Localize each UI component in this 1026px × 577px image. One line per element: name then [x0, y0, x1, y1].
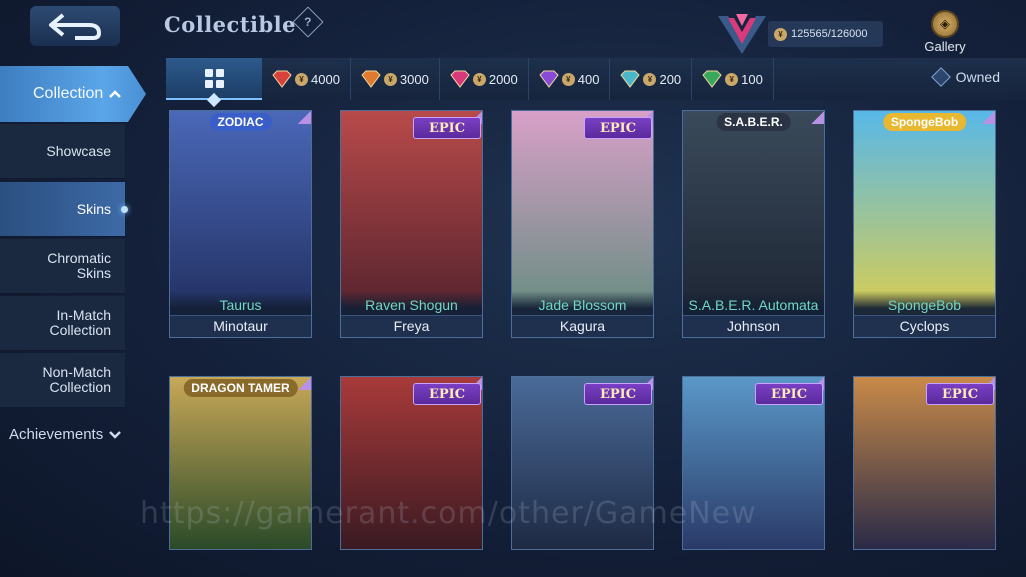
tier-price: 2000	[488, 71, 518, 87]
sidebar-item-label: In-Match Collection	[49, 307, 111, 338]
tier-gem-icon	[272, 70, 292, 88]
rank-emblem-icon	[718, 14, 766, 54]
tier-price: 200	[659, 71, 682, 87]
gallery-button[interactable]: ◈ Gallery	[917, 10, 973, 60]
hero-name: Freya	[341, 315, 482, 337]
tab-tier-400[interactable]: ¥400	[529, 58, 611, 100]
epic-badge: EPIC	[755, 383, 823, 405]
skin-name: Raven Shogun	[365, 297, 458, 313]
epic-badge: EPIC	[926, 383, 994, 405]
sidebar-item-label: Non-Match Collection	[42, 364, 111, 395]
coin-icon: ¥	[472, 72, 486, 86]
tier-gem-icon	[620, 70, 641, 88]
tab-tier-3000[interactable]: ¥3000	[351, 58, 440, 100]
tab-all[interactable]	[166, 58, 262, 108]
coin-icon: ¥	[725, 72, 739, 86]
skin-card[interactable]: S.A.B.E.R. S.A.B.E.R. Automata Johnson	[682, 110, 825, 338]
tier-gem-icon	[702, 70, 722, 88]
tab-tier-4000[interactable]: ¥4000	[262, 58, 351, 100]
epic-badge: EPIC	[584, 383, 652, 405]
coin-icon: ¥	[295, 72, 308, 86]
grid-icon	[204, 68, 224, 88]
skin-card[interactable]: EPIC Raven Shogun Freya	[340, 110, 483, 338]
help-icon[interactable]: ?	[292, 6, 324, 38]
skin-card[interactable]: EPIC	[853, 376, 996, 550]
epic-badge: EPIC	[413, 383, 481, 405]
skin-card[interactable]: DRAGON TAMER	[169, 376, 312, 550]
sidebar-item-showcase[interactable]: Showcase	[0, 124, 125, 179]
card-corner-icon	[298, 111, 311, 124]
tier-gem-icon	[539, 70, 559, 88]
gallery-icon: ◈	[931, 10, 959, 38]
sidebar-item-in-match-collection[interactable]: In-Match Collection	[0, 296, 125, 351]
sidebar-item-skins[interactable]: Skins	[0, 182, 128, 237]
coin-icon: ¥	[383, 72, 397, 86]
sidebar-item-label: Skins	[76, 200, 111, 217]
achievements-label: Achievements	[9, 426, 104, 443]
card-corner-icon	[982, 111, 995, 124]
tab-tier-200[interactable]: ¥200	[610, 58, 693, 100]
back-arrow-icon	[49, 13, 102, 40]
chevron-down-icon	[109, 430, 122, 439]
selected-caret-icon	[206, 92, 222, 108]
tier-price: 100	[741, 71, 763, 87]
coin-icon: ¥	[561, 72, 575, 86]
tier-gem-icon	[361, 70, 381, 88]
tier-price: 3000	[399, 71, 429, 87]
sidebar-collection[interactable]: Collection	[0, 66, 146, 122]
tab-tier-2000[interactable]: ¥2000	[440, 58, 529, 100]
coin-icon: ¥	[643, 72, 657, 86]
skin-name: SpongeBob	[887, 297, 962, 313]
tier-gem-icon	[450, 70, 470, 88]
skin-card[interactable]: EPIC	[511, 376, 654, 550]
tier-tabs: ¥4000 ¥3000 ¥2000 ¥400 ¥200 ¥100 Owned	[166, 58, 1026, 108]
owned-filter-toggle[interactable]: Owned	[930, 67, 1000, 87]
tier-price: 400	[577, 71, 600, 87]
sidebar-item-label: Chromatic Skins	[47, 250, 111, 281]
owned-checkbox-icon	[930, 67, 951, 87]
skin-artwork	[170, 377, 311, 549]
series-logo: S.A.B.E.R.	[716, 113, 791, 131]
hero-name: Kagura	[512, 315, 653, 337]
sidebar-item-chromatic-skins[interactable]: Chromatic Skins	[0, 239, 125, 294]
tab-tier-100[interactable]: ¥100	[692, 58, 774, 100]
skin-card[interactable]: EPIC	[340, 376, 483, 550]
card-corner-icon	[811, 111, 824, 124]
page-title: Collectible	[164, 12, 297, 37]
tier-price: 4000	[311, 71, 340, 87]
points-display: ¥ 125565/126000	[768, 21, 883, 47]
coin-icon: ¥	[774, 27, 787, 41]
owned-label: Owned	[955, 69, 1000, 85]
series-logo: DRAGON TAMER	[183, 379, 298, 397]
series-logo: SpongeBob	[882, 113, 967, 131]
sidebar-achievements[interactable]: Achievements	[9, 426, 122, 443]
hero-name: Cyclops	[854, 315, 995, 337]
skin-name: S.A.B.E.R. Automata	[688, 297, 819, 313]
sidebar-item-non-match-collection[interactable]: Non-Match Collection	[0, 353, 125, 408]
skin-name: Jade Blossom	[538, 297, 627, 313]
hero-name: Minotaur	[170, 315, 311, 337]
gallery-label: Gallery	[924, 39, 966, 54]
points-value: 125565/126000	[791, 28, 868, 40]
skin-card[interactable]: ZODIAC Taurus Minotaur	[169, 110, 312, 338]
sidebar-item-label: Showcase	[46, 142, 111, 159]
active-indicator-icon	[121, 206, 128, 213]
back-button[interactable]	[30, 6, 120, 46]
hero-name: Johnson	[683, 315, 824, 337]
skin-name: Taurus	[219, 297, 262, 313]
epic-badge: EPIC	[584, 117, 652, 139]
sidebar-collection-label: Collection	[33, 85, 104, 102]
chevron-up-icon	[109, 90, 122, 98]
skin-card[interactable]: EPIC Jade Blossom Kagura	[511, 110, 654, 338]
series-logo: ZODIAC	[209, 113, 272, 131]
card-corner-icon	[298, 377, 311, 390]
skin-card[interactable]: SpongeBob SpongeBob Cyclops	[853, 110, 996, 338]
epic-badge: EPIC	[413, 117, 481, 139]
skin-card[interactable]: EPIC	[682, 376, 825, 550]
